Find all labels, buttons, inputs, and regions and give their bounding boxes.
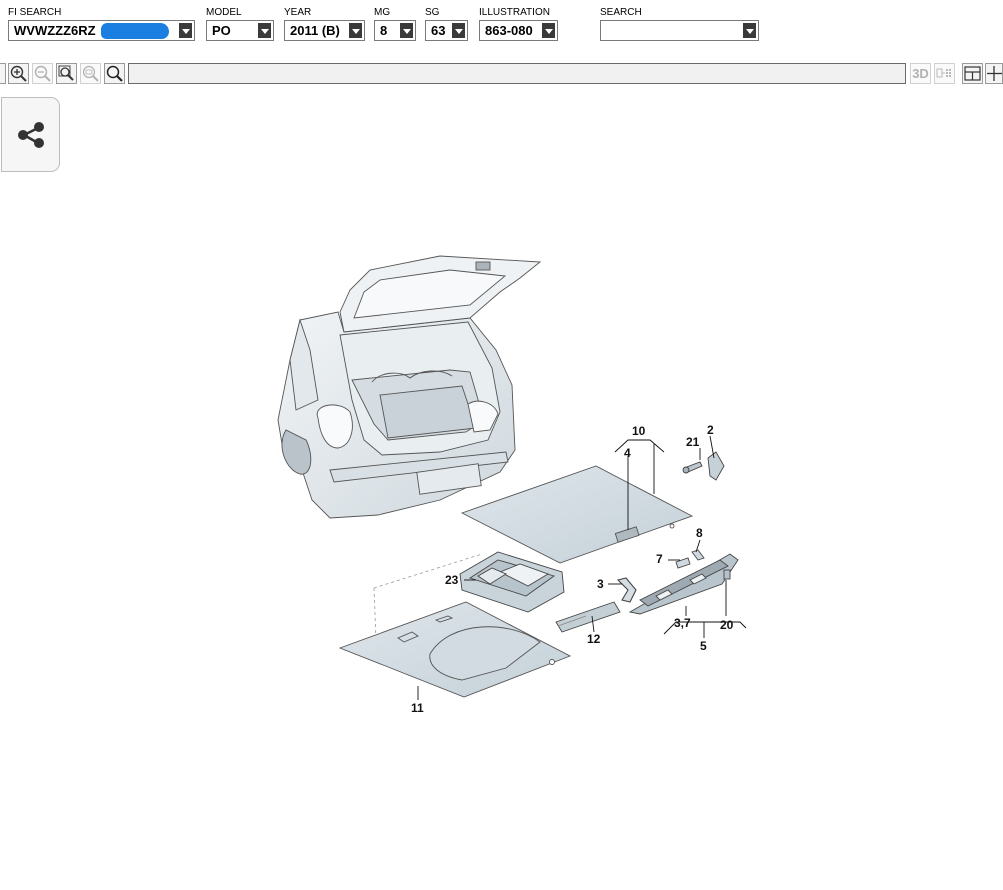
zoom-out-button[interactable] <box>32 63 53 84</box>
grid-view-icon <box>936 68 951 78</box>
sg-label: SG <box>425 7 440 18</box>
path-bar <box>128 63 906 84</box>
year-combo[interactable]: 2011 (B) <box>284 20 365 41</box>
zoom-in-icon <box>10 65 27 82</box>
clip-parts <box>675 549 705 569</box>
fi-search-combo[interactable]: WVWZZZ6RZ <box>8 20 195 41</box>
lower-floor-panel-part <box>338 601 572 698</box>
illustration-dropdown-icon[interactable] <box>541 22 556 39</box>
search-label: SEARCH <box>600 7 642 18</box>
search-combo[interactable] <box>600 20 759 41</box>
mg-value: 8 <box>380 23 388 38</box>
fi-search-label: FI SEARCH <box>8 7 62 18</box>
callout-7[interactable]: 7 <box>656 552 663 566</box>
model-field: MODEL PO <box>206 6 274 41</box>
sg-field: SG 63 <box>425 6 468 41</box>
search-dropdown-icon[interactable] <box>742 22 757 39</box>
callout-3[interactable]: 3 <box>597 577 604 591</box>
trim-strip-part <box>555 601 621 633</box>
3d-view-icon: 3D <box>912 66 929 81</box>
zoom-100-button[interactable] <box>80 63 101 84</box>
split-view-button[interactable] <box>962 63 983 84</box>
storage-tray-part <box>459 551 565 613</box>
callout-2[interactable]: 2 <box>707 423 714 437</box>
model-value: PO <box>212 23 231 38</box>
fi-search-value: WVWZZZ6RZ <box>14 23 96 38</box>
search-field: SEARCH <box>600 6 759 41</box>
share-button[interactable] <box>1 97 60 172</box>
zoom-100-icon <box>82 65 99 82</box>
sg-value: 63 <box>431 23 446 38</box>
callout-4[interactable]: 4 <box>624 446 631 460</box>
viewer-toolbar: 3D <box>0 63 1003 85</box>
parts-illustration: 10 2 21 4 8 7 23 3 12 3,7 20 5 11 <box>0 180 1003 885</box>
share-icon <box>18 122 44 148</box>
illustration-combo[interactable]: 863-080 <box>479 20 558 41</box>
bracket-part <box>616 577 637 603</box>
mg-combo[interactable]: 8 <box>374 20 416 41</box>
clip-20-part <box>723 569 731 580</box>
year-dropdown-icon[interactable] <box>348 22 363 39</box>
magnifier-icon <box>106 65 123 82</box>
year-value: 2011 (B) <box>290 23 340 38</box>
exploded-view-diagram: 10 2 21 4 8 7 23 3 12 3,7 20 5 11 <box>277 255 747 715</box>
model-combo[interactable]: PO <box>206 20 274 41</box>
callout-23[interactable]: 23 <box>445 573 459 587</box>
callout-10[interactable]: 10 <box>632 424 646 438</box>
model-dropdown-icon[interactable] <box>257 22 272 39</box>
zoom-in-button[interactable] <box>8 63 29 84</box>
sg-dropdown-icon[interactable] <box>451 22 466 39</box>
year-field: YEAR 2011 (B) <box>284 6 365 41</box>
illustration-value: 863-080 <box>485 23 533 38</box>
3d-view-button[interactable]: 3D <box>910 63 931 84</box>
callout-5[interactable]: 5 <box>700 639 707 653</box>
split-view-icon <box>964 66 981 81</box>
zoom-out-icon <box>34 65 51 82</box>
magnifier-button[interactable] <box>104 63 125 84</box>
mg-dropdown-icon[interactable] <box>399 22 414 39</box>
latch-parts <box>682 451 725 481</box>
zoom-fit-icon <box>58 65 74 81</box>
mg-label: MG <box>374 7 391 18</box>
grid-view-button[interactable] <box>934 63 955 84</box>
zoom-fit-button[interactable] <box>56 63 77 84</box>
callout-3-7[interactable]: 3,7 <box>674 616 691 630</box>
fi-search-dropdown-icon[interactable] <box>178 22 193 39</box>
callout-20[interactable]: 20 <box>720 618 734 632</box>
illustration-label: ILLUSTRATION <box>479 7 550 18</box>
crosshair-icon <box>987 66 1002 81</box>
redaction-scribble <box>101 23 169 39</box>
callout-12[interactable]: 12 <box>587 632 601 646</box>
illustration-field: ILLUSTRATION 863-080 <box>479 6 558 41</box>
fi-search-field: FI SEARCH WVWZZZ6RZ <box>8 6 195 41</box>
callout-21[interactable]: 21 <box>686 435 700 449</box>
car-rear-illustration <box>277 255 542 519</box>
toolbar-left-edge <box>0 63 6 84</box>
callout-8[interactable]: 8 <box>696 526 703 540</box>
sg-combo[interactable]: 63 <box>425 20 468 41</box>
crosshair-button[interactable] <box>985 63 1003 84</box>
mg-field: MG 8 <box>374 6 416 41</box>
year-label: YEAR <box>284 7 312 18</box>
model-label: MODEL <box>206 7 242 18</box>
callout-11[interactable]: 11 <box>411 701 424 715</box>
floor-covering-part <box>460 465 694 564</box>
